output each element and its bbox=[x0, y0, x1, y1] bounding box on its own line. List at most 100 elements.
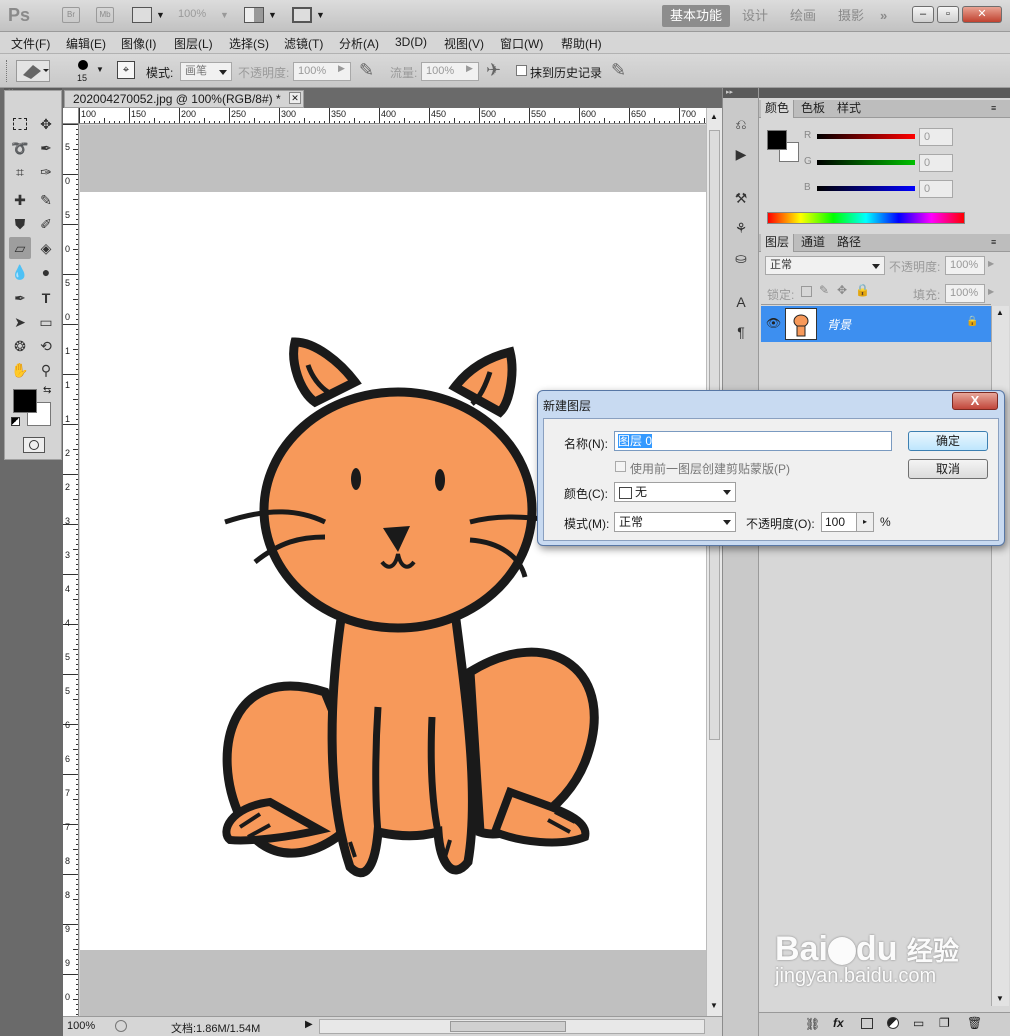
3d-orbit-tool-icon[interactable]: ⟲ bbox=[35, 335, 57, 357]
status-options-icon[interactable] bbox=[115, 1020, 127, 1032]
dock-collapse-handle[interactable]: ▸▸ bbox=[723, 88, 759, 98]
erase-to-history-checkbox[interactable] bbox=[516, 65, 527, 76]
green-slider[interactable] bbox=[817, 160, 915, 165]
menu-filter[interactable]: 滤镜(T) bbox=[284, 35, 323, 52]
group-folder-icon[interactable]: ▭ bbox=[913, 1016, 924, 1030]
clip-mask-checkbox[interactable] bbox=[615, 461, 626, 472]
mask-icon[interactable] bbox=[861, 1018, 873, 1029]
menu-window[interactable]: 窗口(W) bbox=[500, 35, 543, 52]
bridge-button[interactable]: Br bbox=[62, 7, 80, 23]
red-value[interactable]: 0 bbox=[919, 128, 953, 146]
cancel-button[interactable]: 取消 bbox=[908, 459, 988, 479]
history-brush-tool-icon[interactable]: ✐ bbox=[35, 213, 57, 235]
menu-3d[interactable]: 3D(D) bbox=[395, 35, 427, 49]
chevron-down-icon[interactable]: ▼ bbox=[156, 10, 165, 20]
workspace-design[interactable]: 设计 bbox=[734, 5, 776, 27]
default-colors-icon[interactable] bbox=[11, 417, 20, 426]
tab-channels[interactable]: 通道 bbox=[797, 234, 829, 252]
type-tool-icon[interactable]: T bbox=[35, 287, 57, 309]
close-window-button[interactable]: ✕ bbox=[962, 6, 1002, 23]
workspace-photography[interactable]: 摄影 bbox=[830, 5, 872, 27]
grip-handle[interactable] bbox=[6, 60, 8, 82]
brush-size-picker[interactable]: 15 ▼ bbox=[74, 58, 104, 86]
move-tool-icon[interactable]: ✥ bbox=[35, 113, 57, 135]
lock-pixels-icon[interactable]: ✎ bbox=[819, 283, 829, 297]
zoom-tool-icon[interactable]: ⚲ bbox=[35, 359, 57, 381]
trash-icon[interactable]: 🗑 bbox=[967, 1016, 982, 1030]
layer-opacity-input[interactable]: 100% bbox=[945, 256, 985, 275]
mode-select[interactable]: 画笔 bbox=[180, 62, 232, 81]
maximize-button[interactable]: ▫ bbox=[937, 6, 959, 23]
eye-visibility-icon[interactable]: 👁 bbox=[766, 316, 781, 330]
quick-selection-tool-icon[interactable]: ✒ bbox=[35, 137, 57, 159]
menu-file[interactable]: 文件(F) bbox=[11, 35, 50, 52]
view-extras-icon[interactable] bbox=[132, 7, 152, 23]
blend-mode-select[interactable]: 正常 bbox=[765, 256, 885, 275]
link-layers-icon[interactable]: ⛓ bbox=[805, 1017, 820, 1031]
status-zoom[interactable]: 100% bbox=[67, 1020, 95, 1032]
tablet-pressure-size-icon[interactable]: ✎ bbox=[611, 60, 626, 81]
lock-position-icon[interactable]: ✥ bbox=[837, 283, 847, 297]
clone-stamp-tool-icon[interactable]: ⛊ bbox=[9, 213, 31, 235]
path-selection-tool-icon[interactable]: ➤ bbox=[9, 311, 31, 333]
dialog-close-button[interactable]: X bbox=[952, 392, 998, 410]
character-panel-icon[interactable]: A bbox=[731, 294, 751, 314]
scroll-down-icon[interactable]: ▼ bbox=[710, 1001, 718, 1010]
close-document-icon[interactable]: ✕ bbox=[289, 92, 301, 104]
menu-edit[interactable]: 编辑(E) bbox=[66, 35, 106, 52]
tab-color[interactable]: 颜色 bbox=[761, 100, 795, 118]
healing-brush-tool-icon[interactable]: ✚ bbox=[9, 189, 31, 211]
scroll-up-icon[interactable]: ▲ bbox=[710, 112, 718, 121]
layer-name[interactable]: 背景 bbox=[827, 316, 851, 333]
more-workspaces-button[interactable]: » bbox=[872, 5, 895, 27]
history-panel-icon[interactable]: ⎌ bbox=[731, 116, 751, 136]
menu-help[interactable]: 帮助(H) bbox=[561, 35, 602, 52]
lock-all-icon[interactable]: 🔒 bbox=[855, 283, 870, 297]
menu-layer[interactable]: 图层(L) bbox=[174, 35, 213, 52]
marquee-tool-icon[interactable] bbox=[9, 113, 31, 135]
horizontal-ruler[interactable]: 100 150 200 250 300 350 400 450 500 550 … bbox=[79, 108, 706, 124]
screen-mode-icon[interactable] bbox=[292, 7, 312, 23]
paint-bucket-tool-icon[interactable]: ◈ bbox=[35, 237, 57, 259]
hand-tool-icon[interactable]: ✋ bbox=[9, 359, 31, 381]
scroll-down-icon[interactable]: ▼ bbox=[996, 994, 1004, 1003]
menu-select[interactable]: 选择(S) bbox=[229, 35, 269, 52]
mini-bridge-button[interactable]: Mb bbox=[96, 7, 114, 23]
menu-analysis[interactable]: 分析(A) bbox=[339, 35, 379, 52]
chevron-down-icon[interactable]: ▼ bbox=[268, 10, 277, 20]
eyedropper-tool-icon[interactable]: ✑ bbox=[35, 161, 57, 183]
menu-view[interactable]: 视图(V) bbox=[444, 35, 484, 52]
arrange-documents-icon[interactable] bbox=[244, 7, 264, 23]
menu-image[interactable]: 图像(I) bbox=[121, 35, 156, 52]
foreground-color-swatch[interactable] bbox=[13, 389, 37, 413]
tab-paths[interactable]: 路径 bbox=[833, 234, 865, 252]
brush-tool-icon[interactable]: ✎ bbox=[35, 189, 57, 211]
vertical-ruler[interactable]: 5 0 5 0 5 0 1 1 1 2 2 3 3 4 4 5 5 6 6 7 7 8 8 9 9 0 bbox=[63, 124, 79, 1016]
color-foreground-swatch[interactable] bbox=[767, 130, 787, 150]
minimize-button[interactable]: – bbox=[912, 6, 934, 23]
layer-row-background[interactable]: 👁 背景 🔒 bbox=[761, 306, 991, 342]
panel-menu-icon[interactable]: ≡ bbox=[991, 237, 996, 247]
eraser-tool-icon[interactable]: ▱ bbox=[9, 237, 31, 259]
chevron-down-icon[interactable]: ▼ bbox=[316, 10, 325, 20]
green-value[interactable]: 0 bbox=[919, 154, 953, 172]
ruler-origin[interactable] bbox=[63, 108, 79, 124]
new-layer-icon[interactable]: ❐ bbox=[939, 1016, 950, 1030]
swap-colors-icon[interactable]: ⇆ bbox=[43, 385, 51, 396]
paragraph-panel-icon[interactable]: ¶ bbox=[731, 324, 751, 344]
fill-input[interactable]: 100% bbox=[945, 284, 985, 303]
rectangle-tool-icon[interactable]: ▭ bbox=[35, 311, 57, 333]
layer-name-input[interactable]: 图层 0 bbox=[614, 431, 892, 451]
3d-rotate-tool-icon[interactable]: ❂ bbox=[9, 335, 31, 357]
color-select[interactable]: 无 bbox=[614, 482, 736, 502]
fx-icon[interactable]: fx bbox=[833, 1016, 844, 1030]
crop-tool-icon[interactable]: ⌗ bbox=[9, 161, 31, 183]
pen-tool-icon[interactable]: ✒ bbox=[9, 287, 31, 309]
tool-preset-picker[interactable] bbox=[16, 60, 50, 82]
ok-button[interactable]: 确定 bbox=[908, 431, 988, 451]
image-canvas[interactable] bbox=[80, 192, 706, 950]
workspace-painting[interactable]: 绘画 bbox=[782, 5, 824, 27]
tab-layers[interactable]: 图层 bbox=[761, 234, 795, 252]
tab-styles[interactable]: 样式 bbox=[833, 100, 865, 118]
workspace-essentials[interactable]: 基本功能 bbox=[662, 5, 731, 27]
